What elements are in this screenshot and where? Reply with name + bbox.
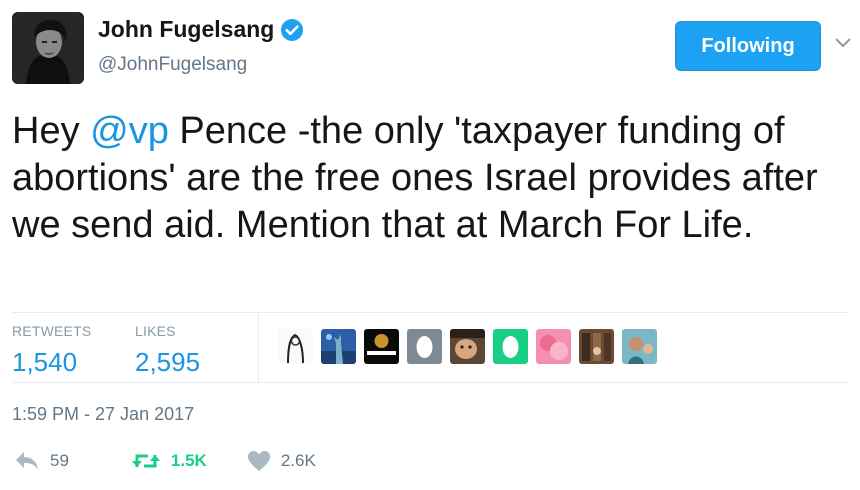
- divider-middle: [12, 382, 848, 383]
- author-name-row[interactable]: John Fugelsang: [98, 16, 304, 43]
- tweet-text-start: Hey: [12, 110, 91, 152]
- like-button[interactable]: 2.6K: [247, 450, 316, 472]
- liker-avatar[interactable]: [450, 329, 485, 364]
- heart-icon: [247, 451, 270, 471]
- liker-avatar[interactable]: [493, 329, 528, 364]
- tweet-timestamp[interactable]: 1:59 PM - 27 Jan 2017: [12, 404, 194, 425]
- liker-avatar[interactable]: [407, 329, 442, 364]
- liker-avatar[interactable]: [321, 329, 356, 364]
- author-handle[interactable]: @JohnFugelsang: [98, 54, 247, 76]
- reply-count: 59: [50, 451, 69, 470]
- tweet-text: Hey @vp Pence -the only 'taxpayer fundin…: [12, 108, 848, 249]
- liker-avatar[interactable]: [536, 329, 571, 364]
- liker-avatars: [278, 329, 657, 364]
- likes-stat[interactable]: LIKES 2,595: [135, 323, 200, 378]
- like-count: 2.6K: [280, 451, 316, 470]
- retweets-count[interactable]: 1,540: [12, 347, 91, 378]
- liker-avatar[interactable]: [364, 329, 399, 364]
- divider-top: [12, 312, 848, 313]
- author-avatar[interactable]: [12, 12, 84, 84]
- reply-button[interactable]: 59: [14, 450, 69, 472]
- stats-divider: [258, 314, 259, 382]
- retweets-label: RETWEETS: [12, 323, 92, 339]
- reply-icon: [16, 452, 38, 470]
- likes-label: LIKES: [135, 323, 176, 339]
- retweets-stat[interactable]: RETWEETS 1,540: [12, 323, 91, 378]
- verified-badge-icon: [281, 18, 304, 41]
- liker-avatar[interactable]: [278, 329, 313, 364]
- tweet-actions: 59 1.5K 2.6K: [14, 450, 352, 472]
- liker-avatar[interactable]: [622, 329, 657, 364]
- liker-avatar[interactable]: [579, 329, 614, 364]
- likes-count[interactable]: 2,595: [135, 347, 200, 378]
- mention-link[interactable]: @vp: [90, 110, 169, 152]
- retweet-count: 1.5K: [170, 451, 207, 470]
- following-button[interactable]: Following: [675, 21, 821, 71]
- retweet-icon: [131, 454, 160, 468]
- author-name[interactable]: John Fugelsang: [98, 16, 274, 43]
- retweet-button[interactable]: 1.5K: [131, 451, 207, 471]
- chevron-down-icon[interactable]: [834, 36, 852, 50]
